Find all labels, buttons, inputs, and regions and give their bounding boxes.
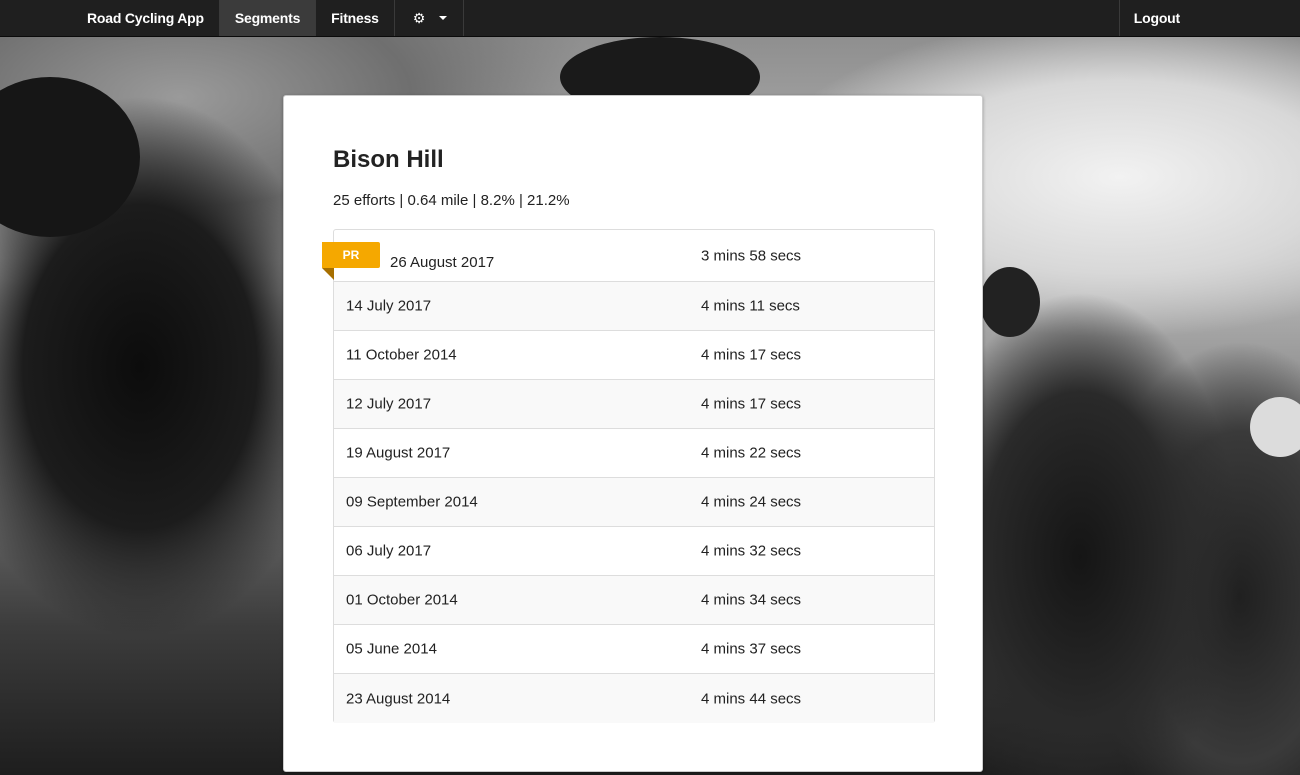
logout-link[interactable]: Logout (1118, 0, 1205, 36)
pr-badge: PR (322, 242, 380, 268)
effort-date: 01 October 2014 (346, 591, 458, 609)
rider-helmet-shape (1250, 397, 1300, 457)
effort-row[interactable]: 12 July 2017 4 mins 17 secs (334, 380, 934, 429)
efforts-list: PR 26 August 2017 3 mins 58 secs 14 July… (322, 229, 935, 723)
effort-date: 14 July 2017 (346, 297, 432, 315)
effort-row[interactable]: 11 October 2014 4 mins 17 secs (334, 331, 934, 380)
effort-date: 09 September 2014 (346, 493, 478, 511)
pr-badge-fold (322, 268, 334, 280)
rider-helmet-shape (0, 77, 140, 237)
top-navbar: Road Cycling App Segments Fitness ⚙ Logo… (0, 0, 1300, 37)
effort-date: 23 August 2014 (346, 690, 451, 707)
effort-row[interactable]: 23 August 2014 4 mins 44 secs (334, 674, 934, 723)
effort-time: 4 mins 22 secs (701, 444, 802, 462)
effort-row[interactable]: 01 October 2014 4 mins 34 secs (334, 576, 934, 625)
effort-time: 4 mins 34 secs (701, 591, 802, 609)
effort-time: 4 mins 17 secs (701, 346, 802, 364)
effort-row[interactable]: PR 26 August 2017 3 mins 58 secs (322, 230, 934, 282)
effort-time: 4 mins 32 secs (701, 542, 802, 560)
effort-row[interactable]: 06 July 2017 4 mins 32 secs (334, 527, 934, 576)
caret-down-icon (439, 16, 448, 20)
nav-item-fitness[interactable]: Fitness (316, 0, 395, 36)
effort-date: 12 July 2017 (346, 395, 432, 413)
effort-row[interactable]: 14 July 2017 4 mins 11 secs (334, 282, 934, 331)
effort-row[interactable]: 05 June 2014 4 mins 37 secs (334, 625, 934, 674)
effort-time: 4 mins 11 secs (701, 297, 800, 315)
nav-right-group: Logout (1118, 0, 1205, 36)
effort-row[interactable]: 19 August 2017 4 mins 22 secs (334, 429, 934, 478)
settings-dropdown[interactable]: ⚙ (395, 0, 465, 36)
effort-time: 4 mins 24 secs (701, 493, 802, 511)
effort-time: 3 mins 58 secs (701, 247, 802, 264)
effort-date: 11 October 2014 (346, 346, 457, 364)
effort-time: 4 mins 37 secs (701, 640, 802, 658)
effort-date: 06 July 2017 (346, 542, 432, 560)
segment-stats: 25 efforts | 0.64 mile | 8.2% | 21.2% (333, 192, 570, 209)
effort-row[interactable]: 09 September 2014 4 mins 24 secs (334, 478, 934, 527)
effort-time: 4 mins 44 secs (701, 690, 802, 707)
effort-time: 4 mins 17 secs (701, 395, 802, 413)
rider-helmet-shape (980, 267, 1040, 337)
effort-date: 26 August 2017 (390, 254, 495, 271)
nav-left-group: Road Cycling App Segments Fitness ⚙ (72, 0, 465, 36)
effort-date: 19 August 2017 (346, 444, 451, 462)
segment-card: Bison Hill 25 efforts | 0.64 mile | 8.2%… (283, 95, 983, 772)
gear-icon: ⚙ (412, 10, 426, 26)
nav-item-segments[interactable]: Segments (219, 0, 317, 36)
segment-title: Bison Hill (333, 146, 444, 173)
brand-link[interactable]: Road Cycling App (72, 0, 220, 36)
effort-date: 05 June 2014 (346, 640, 437, 658)
